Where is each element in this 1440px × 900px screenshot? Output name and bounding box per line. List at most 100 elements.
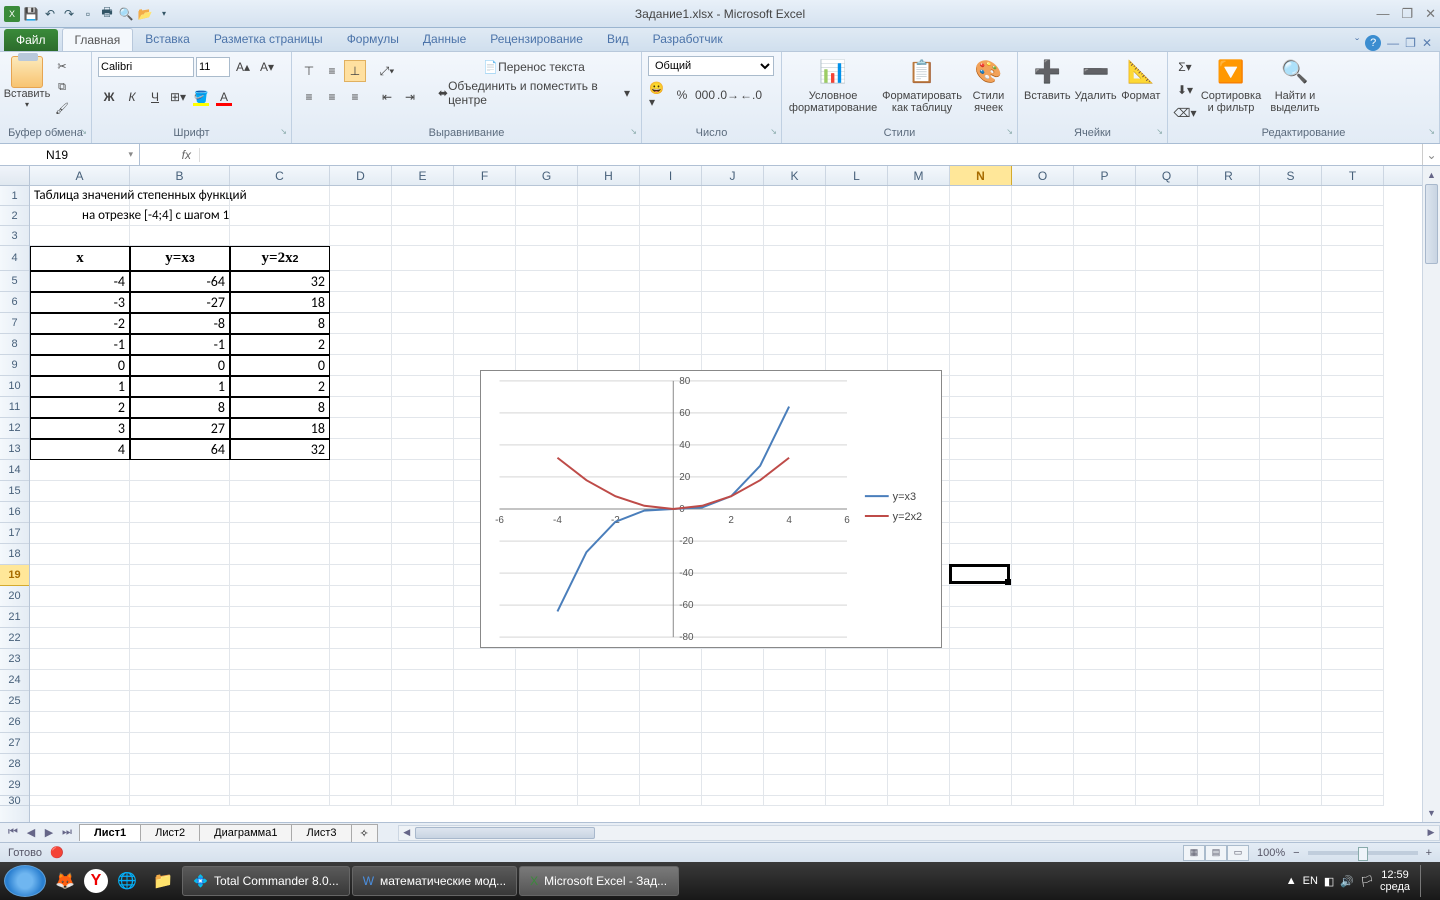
cell-A7[interactable]: -2 (30, 313, 130, 334)
cell-Q15[interactable] (1136, 481, 1198, 502)
cell-T1[interactable] (1322, 186, 1384, 206)
cell-T24[interactable] (1322, 670, 1384, 691)
cell-O16[interactable] (1012, 502, 1074, 523)
col-header-T[interactable]: T (1322, 166, 1384, 185)
bold-icon[interactable]: Ж (98, 86, 120, 108)
cell-A18[interactable] (30, 544, 130, 565)
row-header-6[interactable]: 6 (0, 292, 29, 313)
cell-O29[interactable] (1012, 775, 1074, 796)
cell-C5[interactable]: 32 (230, 271, 330, 292)
zoom-slider[interactable] (1308, 851, 1418, 855)
cell-T13[interactable] (1322, 439, 1384, 460)
cell-J3[interactable] (702, 226, 764, 246)
cell-I4[interactable] (640, 246, 702, 271)
cell-P8[interactable] (1074, 334, 1136, 355)
cell-F2[interactable] (454, 206, 516, 226)
cell-G25[interactable] (516, 691, 578, 712)
inc-decimal-icon[interactable]: .0→ (717, 84, 739, 106)
cell-Q18[interactable] (1136, 544, 1198, 565)
cell-P17[interactable] (1074, 523, 1136, 544)
close-icon[interactable]: ✕ (1425, 6, 1436, 22)
cell-R20[interactable] (1198, 586, 1260, 607)
cell-J1[interactable] (702, 186, 764, 206)
prev-sheet-icon[interactable]: ◀ (22, 826, 40, 839)
cell-B9[interactable]: 0 (130, 355, 230, 376)
cell-G8[interactable] (516, 334, 578, 355)
cell-T5[interactable] (1322, 271, 1384, 292)
cell-R4[interactable] (1198, 246, 1260, 271)
cell-L29[interactable] (826, 775, 888, 796)
cell-K6[interactable] (764, 292, 826, 313)
cell-C9[interactable]: 0 (230, 355, 330, 376)
cell-B17[interactable] (130, 523, 230, 544)
pinned-explorer-icon[interactable]: 📁 (146, 866, 180, 896)
cell-P6[interactable] (1074, 292, 1136, 313)
cell-B19[interactable] (130, 565, 230, 586)
clear-icon[interactable]: ⌫▾ (1174, 102, 1196, 124)
cell-C10[interactable]: 2 (230, 376, 330, 397)
col-header-O[interactable]: O (1012, 166, 1074, 185)
cell-C13[interactable]: 32 (230, 439, 330, 460)
cell-O26[interactable] (1012, 712, 1074, 733)
row-header-15[interactable]: 15 (0, 481, 29, 502)
cell-R21[interactable] (1198, 607, 1260, 628)
col-header-M[interactable]: M (888, 166, 950, 185)
format-cells-button[interactable]: 📐Формат (1121, 56, 1161, 102)
cell-Q26[interactable] (1136, 712, 1198, 733)
cell-B4[interactable]: y=x3 (130, 246, 230, 271)
row-header-13[interactable]: 13 (0, 439, 29, 460)
cell-R22[interactable] (1198, 628, 1260, 649)
cell-J6[interactable] (702, 292, 764, 313)
open-icon[interactable]: 📂 (137, 6, 153, 22)
tab-главная[interactable]: Главная (62, 28, 134, 51)
cell-J23[interactable] (702, 649, 764, 670)
cell-E21[interactable] (392, 607, 454, 628)
cell-B23[interactable] (130, 649, 230, 670)
cell-S28[interactable] (1260, 754, 1322, 775)
row-header-3[interactable]: 3 (0, 226, 29, 246)
cell-F3[interactable] (454, 226, 516, 246)
cell-S12[interactable] (1260, 418, 1322, 439)
cell-T23[interactable] (1322, 649, 1384, 670)
row-header-2[interactable]: 2 (0, 206, 29, 226)
cell-N13[interactable] (950, 439, 1012, 460)
cell-Q5[interactable] (1136, 271, 1198, 292)
cell-E5[interactable] (392, 271, 454, 292)
cell-H29[interactable] (578, 775, 640, 796)
cell-C19[interactable] (230, 565, 330, 586)
cell-D15[interactable] (330, 481, 392, 502)
cell-E13[interactable] (392, 439, 454, 460)
cell-Q19[interactable] (1136, 565, 1198, 586)
cell-B18[interactable] (130, 544, 230, 565)
cell-H26[interactable] (578, 712, 640, 733)
cell-E17[interactable] (392, 523, 454, 544)
cell-F28[interactable] (454, 754, 516, 775)
col-header-J[interactable]: J (702, 166, 764, 185)
cell-P20[interactable] (1074, 586, 1136, 607)
cell-O9[interactable] (1012, 355, 1074, 376)
horizontal-scrollbar[interactable]: ◀ ▶ (398, 825, 1440, 841)
cell-P27[interactable] (1074, 733, 1136, 754)
window-close-doc-icon[interactable]: ✕ (1422, 36, 1432, 50)
cell-I25[interactable] (640, 691, 702, 712)
cell-J4[interactable] (702, 246, 764, 271)
cell-E18[interactable] (392, 544, 454, 565)
sheet-tab-Лист3[interactable]: Лист3 (291, 824, 351, 841)
cell-B12[interactable]: 27 (130, 418, 230, 439)
cell-A5[interactable]: -4 (30, 271, 130, 292)
cell-R27[interactable] (1198, 733, 1260, 754)
zoom-in-icon[interactable]: + (1426, 847, 1432, 859)
cell-T26[interactable] (1322, 712, 1384, 733)
cell-D6[interactable] (330, 292, 392, 313)
cell-N28[interactable] (950, 754, 1012, 775)
cell-B5[interactable]: -64 (130, 271, 230, 292)
cell-N1[interactable] (950, 186, 1012, 206)
preview-icon[interactable]: 🔍 (118, 6, 134, 22)
cell-R17[interactable] (1198, 523, 1260, 544)
row-header-24[interactable]: 24 (0, 670, 29, 691)
cell-P11[interactable] (1074, 397, 1136, 418)
cell-M2[interactable] (888, 206, 950, 226)
zoom-out-icon[interactable]: − (1293, 847, 1299, 859)
scroll-up-icon[interactable]: ▲ (1423, 166, 1440, 184)
cell-J25[interactable] (702, 691, 764, 712)
